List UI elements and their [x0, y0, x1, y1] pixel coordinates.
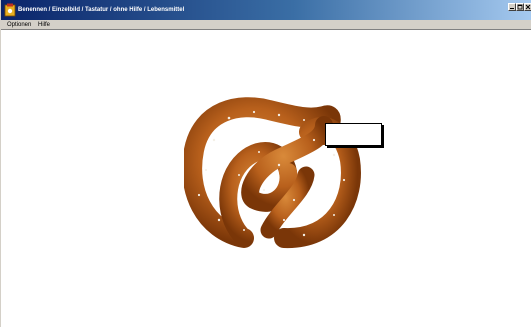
app-icon [4, 3, 16, 17]
menu-hilfe[interactable]: Hilfe [38, 21, 50, 29]
minimize-icon [510, 8, 514, 9]
application-window: Benennen / Einzelbild / Tastatur / ohne … [0, 0, 531, 327]
menu-optionen[interactable]: Optionen [7, 21, 31, 29]
close-icon [525, 4, 531, 10]
menu-bar: Optionen Hilfe [1, 20, 531, 30]
close-button[interactable] [524, 3, 531, 11]
maximize-button[interactable] [516, 3, 524, 11]
minimize-button[interactable] [508, 3, 516, 11]
maximize-icon [517, 4, 523, 10]
window-title: Benennen / Einzelbild / Tastatur / ohne … [18, 7, 185, 13]
answer-input[interactable] [325, 123, 382, 146]
pretzel-image [184, 97, 361, 249]
title-bar[interactable]: Benennen / Einzelbild / Tastatur / ohne … [1, 0, 531, 20]
